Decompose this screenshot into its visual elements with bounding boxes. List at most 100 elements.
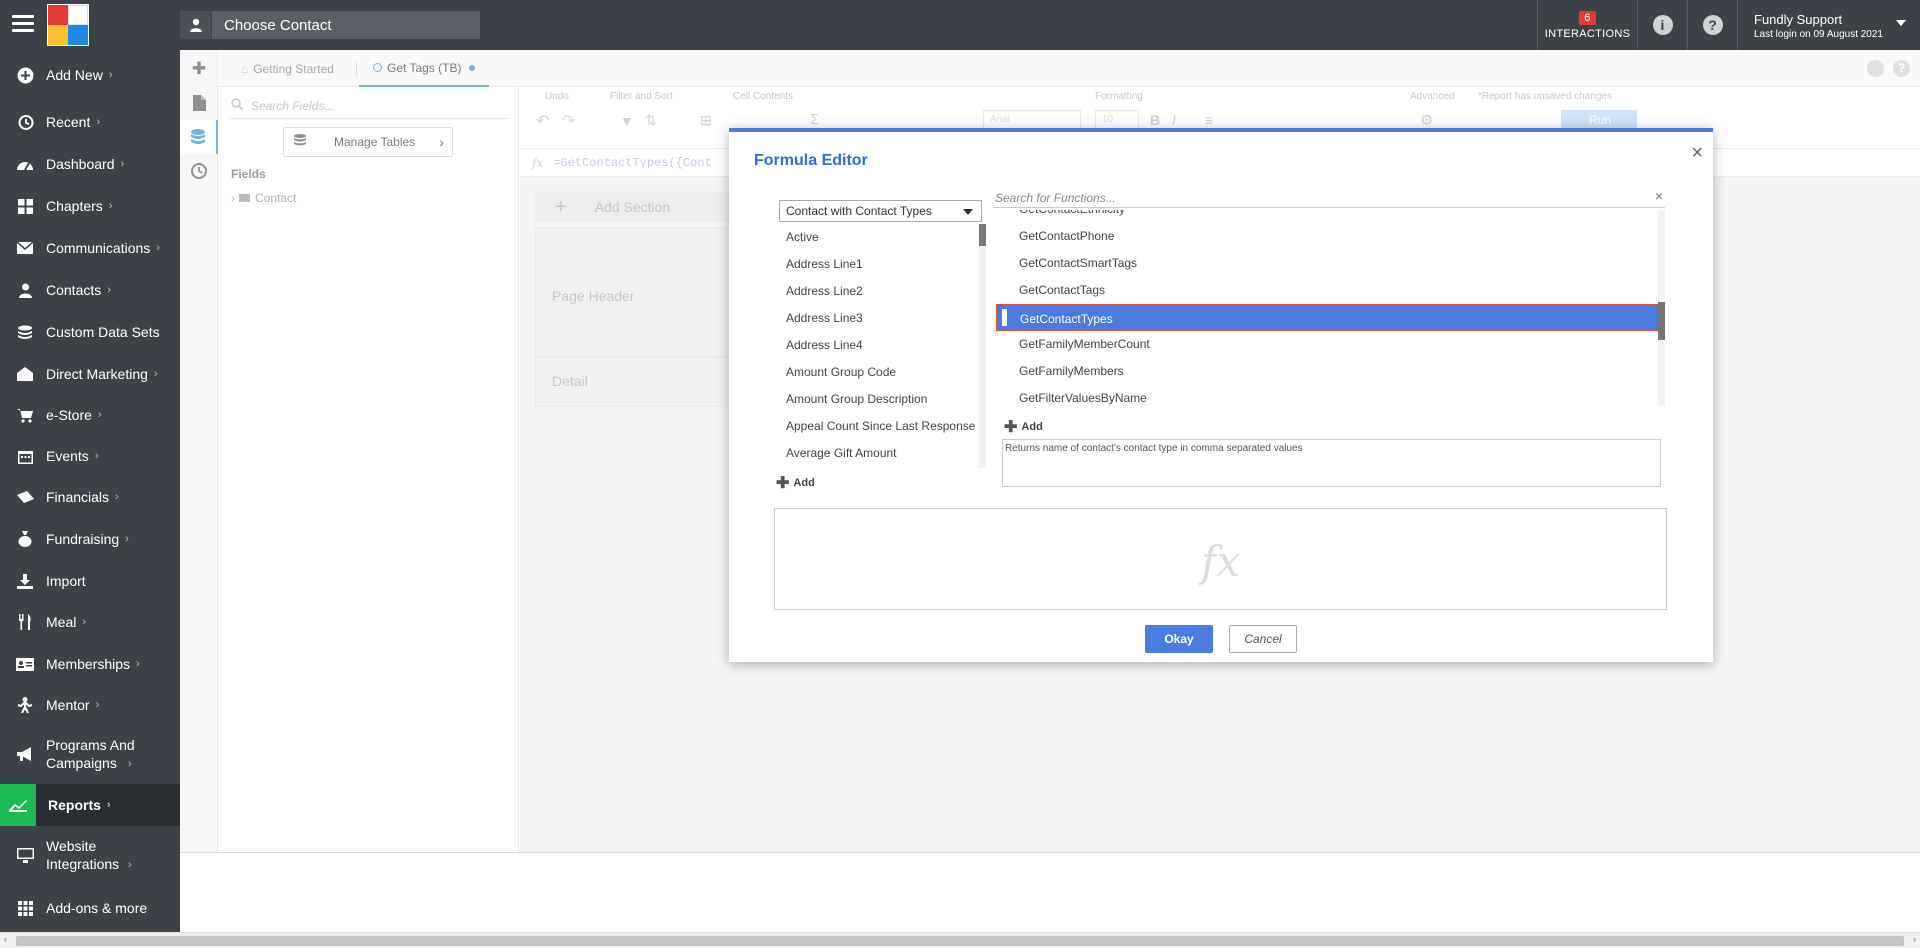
list-item[interactable]: Average Gift Amount xyxy=(779,440,982,467)
scrollbar-thumb[interactable] xyxy=(16,936,1904,946)
list-item[interactable]: Address Line4 xyxy=(779,332,982,359)
list-item[interactable]: GetContactSmartTags xyxy=(993,250,1665,277)
mentor-icon xyxy=(16,696,34,714)
list-item[interactable]: GetFamilyMemberCount xyxy=(993,331,1665,358)
clear-icon[interactable]: × xyxy=(1655,188,1663,204)
sidebar-item-contacts[interactable]: Contacts › xyxy=(0,275,180,305)
top-bar: Choose Contact 6 INTERACTIONS i ? Fundly… xyxy=(0,0,1920,50)
list-item[interactable]: GetFilterValuesByName xyxy=(993,385,1665,406)
scroll-left-icon[interactable]: ‹ xyxy=(4,934,7,944)
layers-icon xyxy=(16,323,34,341)
plus-icon: ✚ xyxy=(776,475,790,492)
list-item[interactable]: GetFamilyMembers xyxy=(993,358,1665,385)
sidebar-item-direct-marketing[interactable]: Direct Marketing › xyxy=(0,359,180,389)
interactions-badge: 6 xyxy=(1579,10,1596,25)
scroll-right-icon[interactable]: › xyxy=(1913,934,1916,944)
sidebar-item-events[interactable]: Events › xyxy=(0,441,180,471)
envelope-icon xyxy=(16,239,34,257)
menu-icon[interactable] xyxy=(12,15,34,33)
add-function-button[interactable]: ✚ Add xyxy=(1004,417,1043,437)
functions-list: GetContactEthnicity GetContactPhone GetC… xyxy=(993,210,1665,406)
formula-editor-dialog: Formula Editor × Contact with Contact Ty… xyxy=(729,128,1713,662)
list-item[interactable]: Address Line3 xyxy=(779,305,982,332)
list-item-selected[interactable]: GetContactTypes xyxy=(996,304,1659,331)
list-item[interactable]: Amount Group Code xyxy=(779,359,982,386)
apps-grid-icon xyxy=(16,899,34,917)
interactions-button[interactable]: 6 INTERACTIONS xyxy=(1537,0,1637,50)
chevron-down-icon xyxy=(1896,20,1906,26)
grid-icon xyxy=(16,197,34,215)
info-icon: i xyxy=(1652,15,1673,35)
moneybag-icon xyxy=(16,530,34,548)
function-description: Returns name of contact's contact type i… xyxy=(1002,439,1661,487)
sidebar-item-import[interactable]: Import xyxy=(0,566,180,596)
list-item[interactable]: Appeal Count Since Last Response xyxy=(779,413,982,440)
list-item[interactable]: Active xyxy=(779,224,982,251)
data-source-select[interactable]: Contact with Contact Types xyxy=(779,200,982,222)
sidebar-item-financials[interactable]: Financials › xyxy=(0,482,180,512)
sidebar-item-meal[interactable]: Meal › xyxy=(0,607,180,637)
sidebar-item-programs-and-campaigns[interactable]: Programs And Campaigns › xyxy=(0,734,180,774)
list-item[interactable]: Amount Group Description xyxy=(779,386,982,413)
utensils-icon xyxy=(16,613,34,631)
sidebar-item-custom-data-sets[interactable]: Custom Data Sets xyxy=(0,317,180,347)
user-menu[interactable]: Fundly Support Last login on 09 August 2… xyxy=(1737,0,1920,50)
sidebar-item-add-ons[interactable]: Add-ons & more xyxy=(0,893,180,923)
sidebar-item-reports[interactable]: Reports › xyxy=(0,784,180,826)
sidebar-item-recent[interactable]: Recent › xyxy=(0,107,180,137)
bullhorn-icon xyxy=(16,745,34,763)
function-search-input[interactable]: Search for Functions... × xyxy=(993,188,1665,208)
footer-area xyxy=(180,852,1920,932)
list-item[interactable]: GetContactPhone xyxy=(993,223,1665,250)
close-icon[interactable]: × xyxy=(1691,142,1703,165)
info-button[interactable]: i xyxy=(1637,0,1687,50)
sidebar-item-website-integrations[interactable]: Website Integrations › xyxy=(0,835,180,875)
id-card-icon xyxy=(16,655,34,673)
ticket-icon xyxy=(16,488,34,506)
app-logo[interactable] xyxy=(47,4,89,46)
plus-circle-icon xyxy=(16,66,34,84)
fields-scrollbar[interactable] xyxy=(979,224,986,468)
last-login: Last login on 09 August 2021 xyxy=(1754,29,1883,40)
functions-scrollbar[interactable] xyxy=(1658,210,1665,406)
sidebar-item-communications[interactable]: Communications › xyxy=(0,233,180,263)
list-item[interactable]: GetContactTags xyxy=(993,277,1665,304)
sidebar-item-memberships[interactable]: Memberships › xyxy=(0,649,180,679)
calendar-icon xyxy=(16,447,34,465)
list-item[interactable]: Address Line2 xyxy=(779,278,982,305)
interactions-label: INTERACTIONS xyxy=(1544,27,1631,40)
plus-icon: ✚ xyxy=(1004,419,1018,436)
horizontal-scrollbar[interactable]: ‹ › xyxy=(0,932,1920,948)
help-icon: ? xyxy=(1702,15,1723,35)
history-icon xyxy=(16,113,34,131)
cancel-button[interactable]: Cancel xyxy=(1229,625,1297,653)
sidebar-item-chapters[interactable]: Chapters › xyxy=(0,191,180,221)
add-field-button[interactable]: ✚ Add xyxy=(776,473,815,493)
choose-contact-label: Choose Contact xyxy=(224,16,332,34)
sidebar-item-dashboard[interactable]: Dashboard › xyxy=(0,149,180,179)
megaphone-home-icon xyxy=(16,365,34,383)
sidebar-item-mentor[interactable]: Mentor › xyxy=(0,690,180,720)
scrollbar-thumb[interactable] xyxy=(1658,302,1665,340)
person-icon xyxy=(180,11,212,39)
person-icon xyxy=(16,281,34,299)
formula-input[interactable]: fx xyxy=(774,508,1667,610)
user-name: Fundly Support xyxy=(1754,12,1843,27)
help-button[interactable]: ? xyxy=(1687,0,1737,50)
import-icon xyxy=(16,572,34,590)
sidebar-item-fundraising[interactable]: Fundraising › xyxy=(0,524,180,554)
dialog-title: Formula Editor xyxy=(754,152,868,169)
chart-icon xyxy=(0,784,36,826)
list-item[interactable]: Address Line1 xyxy=(779,251,982,278)
list-item[interactable]: GetContactEthnicity xyxy=(993,210,1665,223)
fields-list: Active Address Line1 Address Line2 Addre… xyxy=(779,224,982,468)
cart-icon xyxy=(16,406,34,424)
choose-contact-box[interactable]: Choose Contact xyxy=(180,11,480,39)
okay-button[interactable]: Okay xyxy=(1145,625,1213,653)
sidebar-item-e-store[interactable]: e-Store › xyxy=(0,400,180,430)
sidebar-item-add-new[interactable]: Add New › xyxy=(0,60,180,90)
dashboard-icon xyxy=(16,155,34,173)
sidebar: Add New › Recent › Dashboard › Chapters › Co… xyxy=(0,50,180,932)
scrollbar-thumb[interactable] xyxy=(979,224,986,246)
dropdown-arrow-icon xyxy=(963,209,973,215)
